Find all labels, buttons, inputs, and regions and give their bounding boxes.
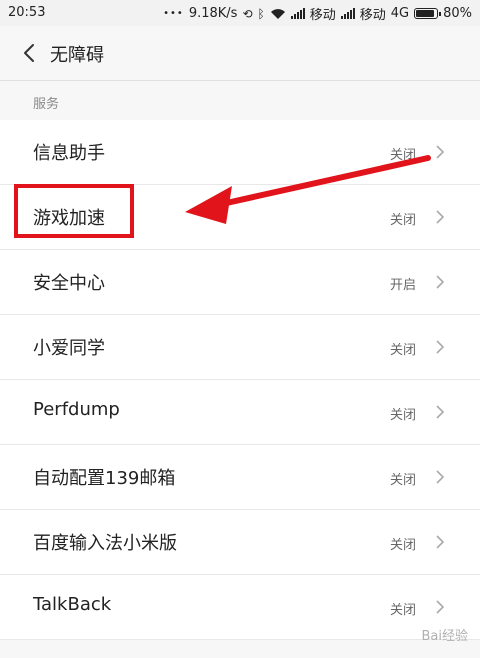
chevron-left-icon[interactable] — [18, 41, 42, 65]
more-dots-icon: ••• — [163, 8, 184, 19]
status-right-group: ••• 9.18K/s ⟲ ᛒ 移动 移动 4G 80% — [163, 4, 472, 23]
list-item[interactable]: 百度输入法小米版 关闭 — [0, 510, 480, 575]
title-bar: 无障碍 — [0, 26, 480, 81]
chevron-right-icon — [436, 210, 445, 224]
list-item[interactable]: 自动配置139邮箱 关闭 — [0, 445, 480, 510]
chevron-right-icon — [436, 275, 445, 289]
chevron-right-icon — [436, 405, 445, 419]
item-label: 自动配置139邮箱 — [33, 468, 176, 489]
status-time: 20:53 — [8, 5, 46, 20]
item-label: 信息助手 — [33, 143, 105, 164]
battery-icon — [414, 8, 442, 19]
carrier-2: 移动 — [359, 8, 386, 23]
list-item[interactable]: 信息助手 关闭 — [0, 120, 480, 185]
item-label: Perfdump — [33, 399, 120, 420]
highlight-box — [14, 184, 134, 238]
sync-icon: ⟲ — [242, 6, 253, 21]
battery-percent: 80% — [443, 6, 472, 21]
bluetooth-icon: ᛒ — [257, 6, 265, 21]
chevron-right-icon — [436, 470, 445, 484]
section-header: 服务 — [33, 97, 60, 112]
item-status: 开启 — [389, 278, 416, 293]
list-item[interactable]: 安全中心 开启 — [0, 250, 480, 315]
chevron-right-icon — [436, 600, 445, 614]
carrier-1: 移动 — [309, 8, 336, 23]
chevron-right-icon — [436, 145, 445, 159]
item-status: 关闭 — [389, 148, 416, 163]
item-status: 关闭 — [389, 408, 416, 423]
item-label: 小爱同学 — [33, 338, 105, 359]
list-item[interactable]: 小爱同学 关闭 — [0, 315, 480, 380]
signal-icon-2 — [340, 8, 355, 19]
chevron-right-icon — [436, 535, 445, 549]
page-title: 无障碍 — [50, 45, 104, 66]
item-status: 关闭 — [389, 473, 416, 488]
network-speed: 9.18K/s — [188, 6, 238, 21]
item-label: TalkBack — [33, 594, 112, 615]
list-item[interactable]: Perfdump 关闭 — [0, 380, 480, 445]
item-status: 关闭 — [389, 538, 416, 553]
chevron-right-icon — [436, 340, 445, 354]
network-type: 4G — [390, 6, 410, 21]
item-status: 关闭 — [389, 343, 416, 358]
status-bar: 20:53 ••• 9.18K/s ⟲ ᛒ 移动 移动 4G 80% — [0, 0, 480, 26]
item-label: 安全中心 — [33, 273, 105, 294]
list-item[interactable]: TalkBack 关闭 — [0, 575, 480, 640]
signal-icon-1 — [290, 8, 305, 19]
watermark-logo: Bai经验 — [421, 629, 469, 644]
wifi-icon — [270, 8, 285, 19]
item-status: 关闭 — [389, 603, 416, 618]
item-label: 百度输入法小米版 — [33, 533, 177, 554]
item-status: 关闭 — [389, 213, 416, 228]
